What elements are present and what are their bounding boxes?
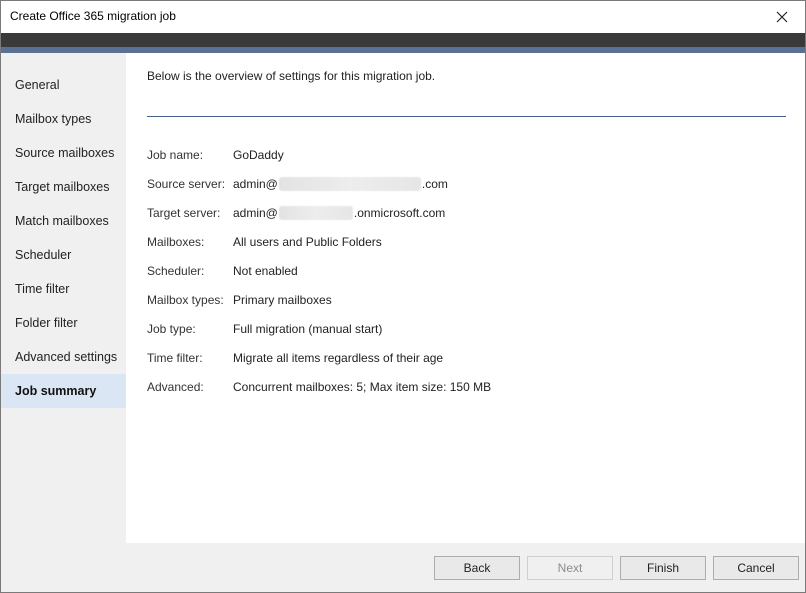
summary-value: GoDaddy	[233, 148, 284, 162]
sidebar-item-target-mailboxes[interactable]: Target mailboxes	[1, 170, 126, 204]
target-server-suffix: .onmicrosoft.com	[353, 206, 446, 220]
sidebar-item-source-mailboxes[interactable]: Source mailboxes	[1, 136, 126, 170]
sidebar-item-advanced-settings[interactable]: Advanced settings	[1, 340, 126, 374]
close-icon	[776, 11, 788, 23]
summary-label: Scheduler:	[147, 264, 205, 278]
sidebar-item-general[interactable]: General	[1, 68, 126, 102]
summary-row-source-server: Source server: admin@ .com	[147, 177, 787, 206]
summary-row-job-name: Job name: GoDaddy	[147, 148, 787, 177]
summary-value: Migrate all items regardless of their ag…	[233, 351, 444, 365]
redacted-text	[278, 177, 421, 191]
summary-row-scheduler: Scheduler: Not enabled	[147, 264, 787, 293]
summary-label: Job type:	[147, 322, 196, 336]
redacted-text	[278, 206, 353, 220]
divider	[147, 116, 786, 117]
sidebar-item-folder-filter[interactable]: Folder filter	[1, 306, 126, 340]
close-button[interactable]	[759, 1, 805, 33]
summary-value: admin@ .com	[233, 177, 448, 191]
source-server-suffix: .com	[421, 177, 448, 191]
sidebar-item-mailbox-types[interactable]: Mailbox types	[1, 102, 126, 136]
summary-panel: Below is the overview of settings for th…	[126, 53, 805, 543]
sidebar-item-time-filter[interactable]: Time filter	[1, 272, 126, 306]
sidebar-item-match-mailboxes[interactable]: Match mailboxes	[1, 204, 126, 238]
summary-row-target-server: Target server: admin@ .onmicrosoft.com	[147, 206, 787, 235]
migration-job-dialog: Create Office 365 migration job General …	[0, 0, 806, 593]
back-button[interactable]: Back	[434, 556, 520, 580]
summary-label: Job name:	[147, 148, 204, 162]
summary-value: Full migration (manual start)	[233, 322, 383, 336]
next-button[interactable]: Next	[527, 556, 613, 580]
title-bar: Create Office 365 migration job	[1, 1, 805, 33]
summary-value: Primary mailboxes	[233, 293, 332, 307]
summary-label: Time filter:	[147, 351, 203, 365]
summary-label: Mailbox types:	[147, 293, 224, 307]
wizard-sidebar: General Mailbox types Source mailboxes T…	[1, 53, 126, 592]
summary-value: Not enabled	[233, 264, 298, 278]
sidebar-item-scheduler[interactable]: Scheduler	[1, 238, 126, 272]
target-server-prefix: admin@	[233, 206, 278, 220]
source-server-prefix: admin@	[233, 177, 278, 191]
summary-value: admin@ .onmicrosoft.com	[233, 206, 445, 220]
summary-label: Target server:	[147, 206, 221, 220]
finish-button[interactable]: Finish	[620, 556, 706, 580]
summary-row-advanced: Advanced: Concurrent mailboxes: 5; Max i…	[147, 380, 787, 409]
header-band	[1, 33, 805, 47]
summary-value: All users and Public Folders	[233, 235, 382, 249]
summary-label: Advanced:	[147, 380, 204, 394]
summary-intro: Below is the overview of settings for th…	[147, 69, 436, 83]
cancel-button[interactable]: Cancel	[713, 556, 799, 580]
summary-value: Concurrent mailboxes: 5; Max item size: …	[233, 380, 492, 394]
summary-row-mailbox-types: Mailbox types: Primary mailboxes	[147, 293, 787, 322]
summary-row-mailboxes: Mailboxes: All users and Public Folders	[147, 235, 787, 264]
summary-label: Mailboxes:	[147, 235, 205, 249]
sidebar-item-job-summary[interactable]: Job summary	[1, 374, 126, 408]
summary-label: Source server:	[147, 177, 226, 191]
summary-list: Job name: GoDaddy Source server: admin@ …	[147, 148, 787, 409]
summary-row-time-filter: Time filter: Migrate all items regardles…	[147, 351, 787, 380]
button-bar: Back Next Finish Cancel	[126, 543, 805, 592]
summary-row-job-type: Job type: Full migration (manual start)	[147, 322, 787, 351]
window-title: Create Office 365 migration job	[10, 9, 176, 23]
